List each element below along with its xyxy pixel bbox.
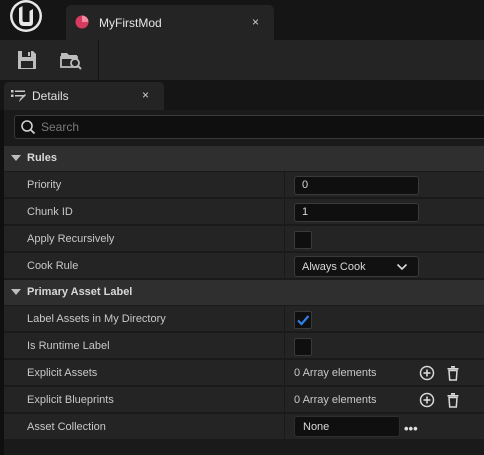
property-label: Label Assets in My Directory	[27, 313, 166, 325]
add-element-icon[interactable]	[419, 365, 435, 381]
property-label: Cook Rule	[27, 260, 79, 272]
priority-field[interactable]: 0	[294, 176, 419, 195]
property-row-asset-collection: Asset Collection None •••	[4, 414, 484, 440]
asset-collection-picker[interactable]: None	[294, 416, 400, 437]
property-label: Chunk ID	[27, 206, 73, 218]
cook-rule-dropdown[interactable]: Always Cook	[294, 256, 419, 277]
property-row-priority: Priority 0	[4, 172, 484, 198]
browse-to-asset-button[interactable]	[58, 48, 84, 72]
column-splitter[interactable]	[284, 414, 285, 440]
chevron-down-icon	[396, 263, 408, 271]
add-element-icon[interactable]	[419, 392, 435, 408]
unreal-engine-logo-icon[interactable]	[6, 0, 46, 38]
category-label: Primary Asset Label	[27, 286, 133, 298]
property-row-explicit-assets: Explicit Assets 0 Array elements	[4, 360, 484, 386]
property-label: Priority	[27, 179, 62, 191]
checkmark-icon	[297, 315, 310, 326]
property-row-chunk-id: Chunk ID 1	[4, 199, 484, 225]
category-rules[interactable]: Rules	[4, 146, 484, 171]
save-icon	[18, 51, 36, 69]
property-label: Explicit Blueprints	[27, 394, 114, 406]
property-row-is-runtime-label: Is Runtime Label	[4, 333, 484, 359]
panel-tab-strip: Details ×	[0, 80, 484, 110]
column-splitter[interactable]	[284, 387, 285, 413]
column-splitter[interactable]	[284, 306, 285, 332]
property-label: Asset Collection	[27, 421, 106, 433]
category-primary-asset-label[interactable]: Primary Asset Label	[4, 280, 484, 305]
close-icon[interactable]: ×	[252, 15, 259, 29]
column-splitter[interactable]	[284, 172, 285, 198]
title-bar: MyFirstMod ×	[0, 0, 484, 40]
details-icon	[11, 90, 26, 102]
property-label: Apply Recursively	[27, 233, 115, 245]
tab-title: MyFirstMod	[99, 16, 162, 30]
column-splitter[interactable]	[284, 199, 285, 225]
details-panel: Rules Priority 0 Chunk ID 1 Apply Recurs…	[4, 110, 484, 455]
apply-recursively-checkbox[interactable]	[294, 231, 312, 249]
array-count: 0 Array elements	[294, 367, 377, 379]
column-splitter[interactable]	[284, 333, 285, 359]
property-row-label-assets-in-my-directory: Label Assets in My Directory	[4, 306, 484, 332]
property-row-cook-rule: Cook Rule Always Cook	[4, 253, 484, 279]
asset-toolbar	[0, 40, 484, 80]
trash-icon[interactable]	[445, 392, 461, 408]
close-icon[interactable]: ×	[142, 88, 149, 102]
property-label: Explicit Assets	[27, 367, 98, 379]
tab-myfirstmod[interactable]: MyFirstMod ×	[66, 5, 274, 40]
save-button[interactable]	[14, 48, 40, 72]
property-row-explicit-blueprints: Explicit Blueprints 0 Array elements	[4, 387, 484, 413]
category-label: Rules	[27, 152, 57, 164]
column-splitter[interactable]	[284, 226, 285, 252]
browse-to-asset-icon	[60, 53, 82, 70]
is-runtime-label-checkbox[interactable]	[294, 338, 312, 356]
search-icon	[21, 120, 36, 135]
column-splitter[interactable]	[284, 360, 285, 386]
search-input[interactable]	[41, 118, 461, 136]
trash-icon[interactable]	[445, 365, 461, 381]
search-box[interactable]	[14, 115, 484, 139]
asset-picker-value: None	[303, 421, 330, 433]
chunk-id-field[interactable]: 1	[294, 203, 419, 222]
dropdown-value: Always Cook	[302, 261, 366, 273]
label-assets-in-my-directory-checkbox[interactable]	[294, 311, 312, 329]
tab-title: Details	[32, 89, 69, 103]
array-count: 0 Array elements	[294, 394, 377, 406]
expand-arrow-icon[interactable]	[11, 155, 21, 161]
expand-arrow-icon[interactable]	[11, 289, 21, 295]
property-label: Is Runtime Label	[27, 340, 110, 352]
toolbar-divider	[98, 40, 99, 80]
property-row-apply-recursively: Apply Recursively	[4, 226, 484, 252]
data-asset-icon	[75, 15, 89, 29]
tab-details[interactable]: Details ×	[4, 82, 164, 110]
column-splitter[interactable]	[284, 253, 285, 279]
more-options-button[interactable]: •••	[404, 421, 418, 436]
